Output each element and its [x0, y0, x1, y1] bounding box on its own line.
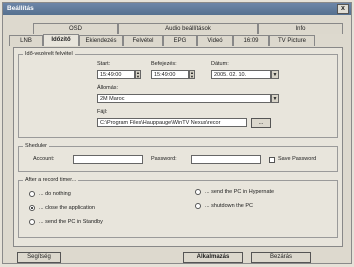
after-record-group: After a record timer... ... do nothing .…	[18, 177, 338, 238]
start-time-spinner[interactable]: ▲ ▼	[135, 70, 141, 79]
end-label: Befejezés:	[151, 61, 177, 67]
radio-shutdown[interactable]	[195, 203, 201, 209]
password-input[interactable]	[191, 155, 261, 164]
settings-dialog: Beállítás x OSD Audio beállítások Info L…	[2, 2, 352, 264]
tab-16-9[interactable]: 16:09	[233, 35, 269, 46]
apply-button[interactable]: Alkalmazás	[183, 252, 243, 263]
end-time-spinner[interactable]: ▲ ▼	[189, 70, 195, 79]
account-input[interactable]	[73, 155, 143, 164]
save-password-label: Save Password	[278, 156, 317, 162]
start-label: Start:	[97, 61, 111, 67]
timer-panel: Idő-vezérelt felvétel Start: 15:49:00 ▲ ▼…	[13, 47, 343, 247]
timed-recording-title: Idő-vezérelt felvétel	[23, 51, 75, 57]
radio-standby[interactable]	[29, 219, 35, 225]
option-close-application-label: ... close the application	[39, 205, 95, 211]
radio-close-application[interactable]	[29, 205, 35, 211]
file-label: Fájl:	[97, 109, 108, 115]
tab-video[interactable]: Videó	[197, 35, 233, 46]
tab-lnb[interactable]: LNB	[9, 35, 43, 46]
date-label: Dátum:	[211, 61, 229, 67]
tab-timer[interactable]: Időzítő	[43, 34, 79, 46]
tab-info[interactable]: Info	[258, 23, 343, 34]
browse-button[interactable]: ...	[251, 118, 271, 128]
tab-audio-settings[interactable]: Audio beállítások	[118, 23, 258, 34]
option-hypernate-label: ... send the PC in Hypernate	[205, 189, 275, 195]
after-record-title: After a record timer...	[23, 177, 79, 183]
date-dropdown-icon[interactable]: ▼	[271, 70, 279, 79]
tab-osd[interactable]: OSD	[33, 23, 118, 34]
timed-recording-group: Idő-vezérelt felvétel Start: 15:49:00 ▲ ▼…	[18, 51, 338, 138]
option-shutdown-label: ... shutdown the PC	[205, 203, 253, 209]
tab-epg[interactable]: EPG	[163, 35, 197, 46]
help-button[interactable]: Segítség	[17, 252, 61, 263]
title-bar: Beállítás x	[3, 3, 351, 15]
tab-row-bottom: LNB Időzítő Ekiendezés Felvétel EPG Vide…	[9, 34, 315, 46]
radio-hypernate[interactable]	[195, 189, 201, 195]
file-path-input[interactable]: C:\Program Files\Hauppauge\WinTV Nexus\r…	[97, 118, 247, 127]
scheduler-group: Sheduler Account: Password: Save Passwor…	[18, 143, 338, 172]
station-dropdown-icon[interactable]: ▼	[271, 94, 279, 103]
save-password-checkbox[interactable]	[269, 157, 275, 163]
station-label: Állomás:	[97, 85, 119, 91]
tab-recording[interactable]: Felvétel	[123, 35, 163, 46]
window-title: Beállítás	[7, 5, 34, 12]
date-input[interactable]: 2005. 02. 10.	[211, 70, 271, 79]
tab-tv-picture[interactable]: TV Picture	[269, 35, 315, 46]
close-button[interactable]: Bezárás	[251, 252, 311, 263]
start-time-input[interactable]: 15:49:00	[97, 70, 135, 79]
password-label: Password:	[151, 156, 177, 162]
option-standby-label: ... send the PC in Standby	[39, 219, 103, 225]
account-label: Account:	[33, 156, 55, 162]
tab-row-top: OSD Audio beállítások Info	[33, 23, 343, 34]
option-do-nothing-label: ... do nothing	[39, 191, 71, 197]
close-icon[interactable]: x	[337, 4, 349, 14]
scheduler-title: Sheduler	[23, 143, 50, 149]
radio-do-nothing[interactable]	[29, 191, 35, 197]
station-select[interactable]: 2M Maroc	[97, 94, 271, 103]
end-time-input[interactable]: 15:49:00	[151, 70, 189, 79]
tab-arrangement[interactable]: Ekiendezés	[79, 35, 123, 46]
